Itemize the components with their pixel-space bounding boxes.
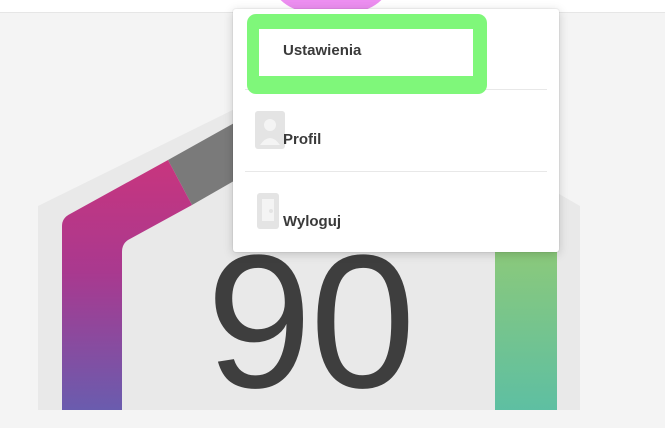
- gauge-segment-right: [495, 252, 557, 410]
- menu-item-logout[interactable]: Wyloguj: [233, 173, 559, 253]
- user-icon: [255, 111, 285, 151]
- menu-item-profile[interactable]: Profil: [233, 91, 559, 171]
- menu-item-label: Wyloguj: [283, 213, 342, 230]
- highlight-inner: Ustawienia: [259, 29, 473, 76]
- menu-item-label: Profil: [283, 131, 322, 148]
- menu-divider: [245, 171, 547, 172]
- menu-item-label: Ustawienia: [283, 42, 362, 59]
- logout-icon: [255, 191, 285, 231]
